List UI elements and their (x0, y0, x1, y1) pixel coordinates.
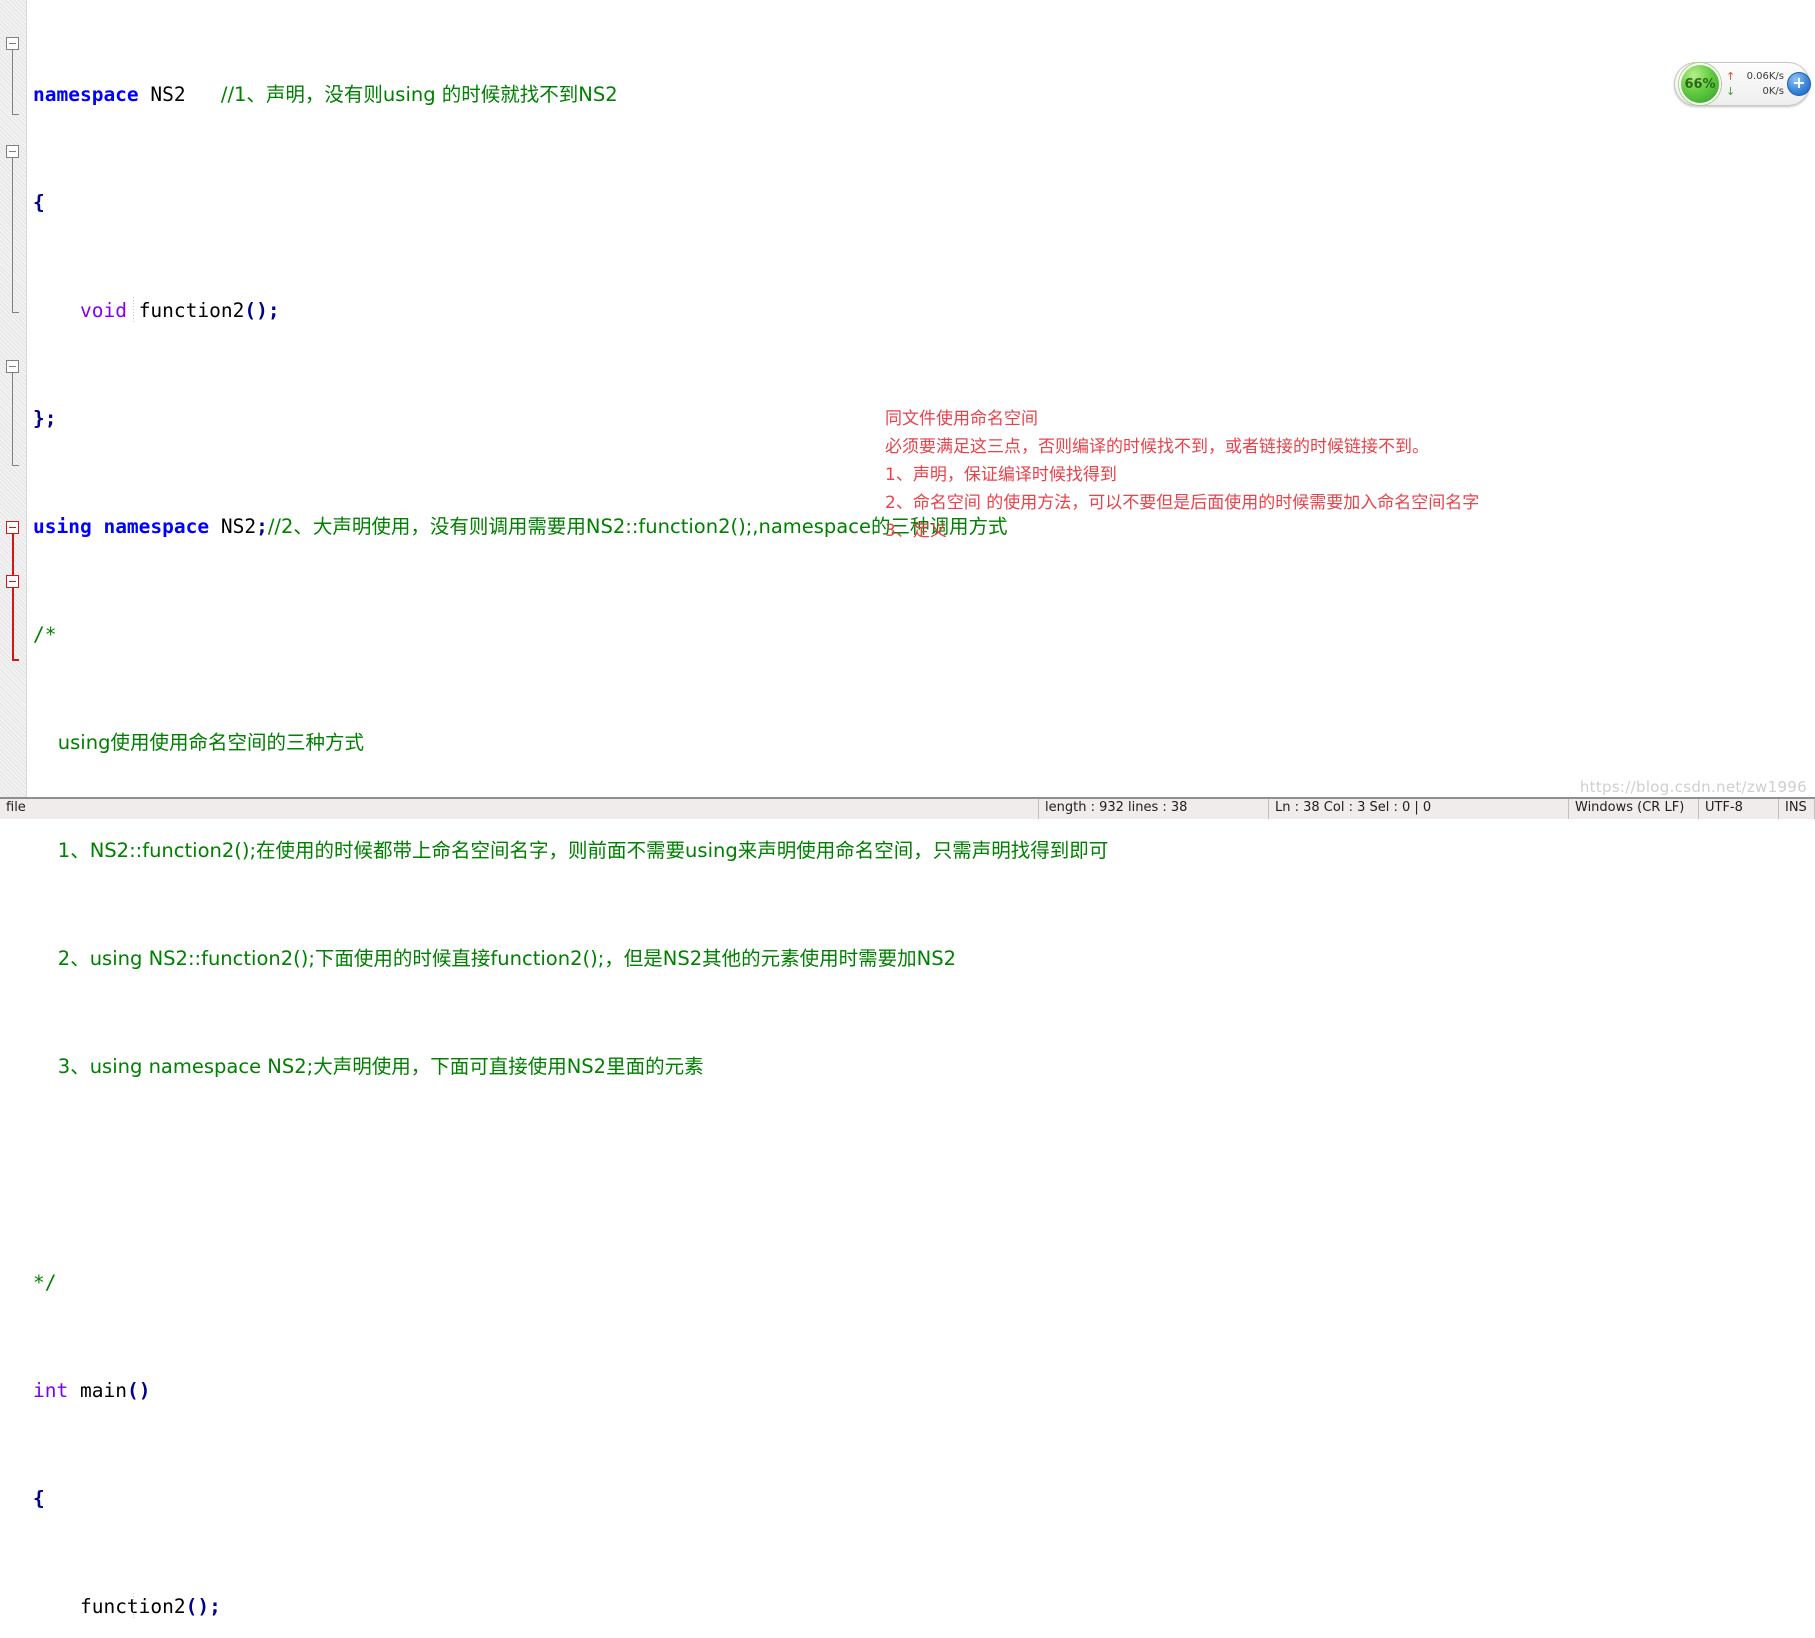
fold-toggle-block-4[interactable] (6, 521, 19, 534)
code-line-6[interactable]: /* (27, 621, 1815, 648)
fold-line-block-2 (12, 158, 13, 313)
code-line-13[interactable]: int main() (27, 1377, 1815, 1404)
fold-line-block-3 (12, 373, 13, 466)
code-line-14[interactable]: { (27, 1485, 1815, 1512)
fold-line-block-5 (12, 588, 14, 660)
arrow-up-icon: ↑ (1726, 70, 1736, 83)
annotation-line-4: 2、命名空间 的使用方法，可以不要但是后面使用的时候需要加入命名空间名字 (885, 493, 1480, 513)
token-identifier: NS2 (220, 515, 257, 538)
fold-end-block-1 (12, 114, 19, 115)
cpu-usage-ball[interactable]: 66% (1679, 63, 1721, 105)
token-keyword: namespace (103, 515, 210, 538)
token-keyword: using (33, 515, 92, 538)
token-comment: */ (33, 1271, 57, 1294)
token-identifier: function2 (79, 1595, 186, 1618)
annotation-line-2: 必须要满足这三点，否则编译的时候找不到，或者链接的时候链接不到。 (885, 437, 1429, 457)
status-insert-mode[interactable]: INS (1779, 799, 1815, 819)
status-eol-format[interactable]: Windows (CR LF) (1569, 799, 1699, 819)
token-operator: (); (185, 1595, 221, 1618)
cpu-usage-value: 66% (1684, 76, 1716, 92)
watermark-text: https://blog.csdn.net/zw1996 (1579, 778, 1807, 796)
fold-toggle-block-5[interactable] (6, 575, 19, 588)
token-identifier: NS2 (150, 83, 186, 106)
folding-margin[interactable] (0, 0, 27, 797)
fold-line-block-1 (12, 50, 13, 115)
token-identifier: function2 (138, 299, 245, 322)
notepadpp-editor-window: namespace NS2 //1、声明，没有则using 的时候就找不到NS2… (0, 0, 1815, 1620)
status-encoding[interactable]: UTF-8 (1699, 799, 1779, 819)
token-brace: { (33, 191, 45, 214)
fold-end-block-2 (12, 312, 19, 313)
status-length-lines[interactable]: length : 932 lines : 38 (1039, 799, 1269, 819)
code-line-11[interactable] (27, 1161, 1815, 1188)
token-type: void (79, 299, 127, 322)
status-caret-position[interactable]: Ln : 38 Col : 3 Sel : 0 | 0 (1269, 799, 1569, 819)
download-row: ↓ 0K/s (1726, 84, 1784, 99)
download-speed-value: 0K/s (1762, 86, 1785, 97)
upload-speed-value: 0.06K/s (1746, 71, 1784, 82)
token-comment: //1、声明，没有则using 的时候就找不到NS2 (220, 83, 618, 106)
code-line-12[interactable]: */ (27, 1269, 1815, 1296)
red-annotation-block: 同文件使用命名空间 必须要满足这三点，否则编译的时候找不到，或者链接的时候链接不… (885, 405, 1479, 545)
code-line-15[interactable]: function2(); (27, 1593, 1815, 1620)
token-comment: 2、using NS2::function2();下面使用的时候直接functi… (33, 947, 957, 970)
annotation-line-3: 1、声明，保证编译时候找得到 (885, 465, 1117, 485)
code-line-3[interactable]: void function2(); (27, 297, 1815, 324)
network-speed-widget[interactable]: 66% ↑ 0.06K/s ↓ 0K/s + (1674, 62, 1811, 106)
token-comment: 1、NS2::function2();在使用的时候都带上命名空间名字，则前面不需… (33, 839, 1109, 862)
token-brace: { (33, 1487, 45, 1510)
token-comment: using使用使用命名空间的三种方式 (33, 731, 364, 754)
code-line-7[interactable]: using使用使用命名空间的三种方式 (27, 729, 1815, 756)
speed-readouts: ↑ 0.06K/s ↓ 0K/s (1721, 69, 1784, 99)
plus-icon[interactable]: + (1787, 72, 1811, 96)
code-line-1[interactable]: namespace NS2 //1、声明，没有则using 的时候就找不到NS2 (27, 81, 1815, 108)
token-operator: }; (33, 407, 57, 430)
upload-row: ↑ 0.06K/s (1726, 69, 1784, 84)
annotation-line-5: 3、定义 (885, 521, 947, 541)
arrow-down-icon: ↓ (1726, 85, 1736, 98)
fold-end-block-4 (12, 659, 19, 661)
code-line-2[interactable]: { (27, 189, 1815, 216)
code-line-9[interactable]: 2、using NS2::function2();下面使用的时候直接functi… (27, 945, 1815, 972)
token-comment: 3、using namespace NS2;大声明使用，下面可直接使用NS2里面… (33, 1055, 704, 1078)
token-type: int (33, 1379, 69, 1402)
code-line-8[interactable]: 1、NS2::function2();在使用的时候都带上命名空间名字，则前面不需… (27, 837, 1815, 864)
code-line-10[interactable]: 3、using namespace NS2;大声明使用，下面可直接使用NS2里面… (27, 1053, 1815, 1080)
token-operator: ; (256, 515, 268, 538)
token-comment: /* (33, 623, 57, 646)
fold-end-block-3 (12, 465, 19, 466)
token-operator: () (126, 1379, 151, 1402)
status-bar: file length : 932 lines : 38 Ln : 38 Col… (0, 797, 1815, 819)
code-text-area[interactable]: namespace NS2 //1、声明，没有则using 的时候就找不到NS2… (27, 0, 1815, 1620)
token-identifier: main (79, 1379, 127, 1402)
fold-toggle-block-3[interactable] (6, 360, 19, 373)
token-operator: (); (244, 299, 280, 322)
fold-toggle-block-1[interactable] (6, 37, 19, 50)
annotation-line-1: 同文件使用命名空间 (885, 409, 1038, 429)
status-file-type[interactable]: file (0, 799, 1039, 819)
fold-toggle-block-2[interactable] (6, 145, 19, 158)
token-keyword: namespace (33, 83, 139, 106)
